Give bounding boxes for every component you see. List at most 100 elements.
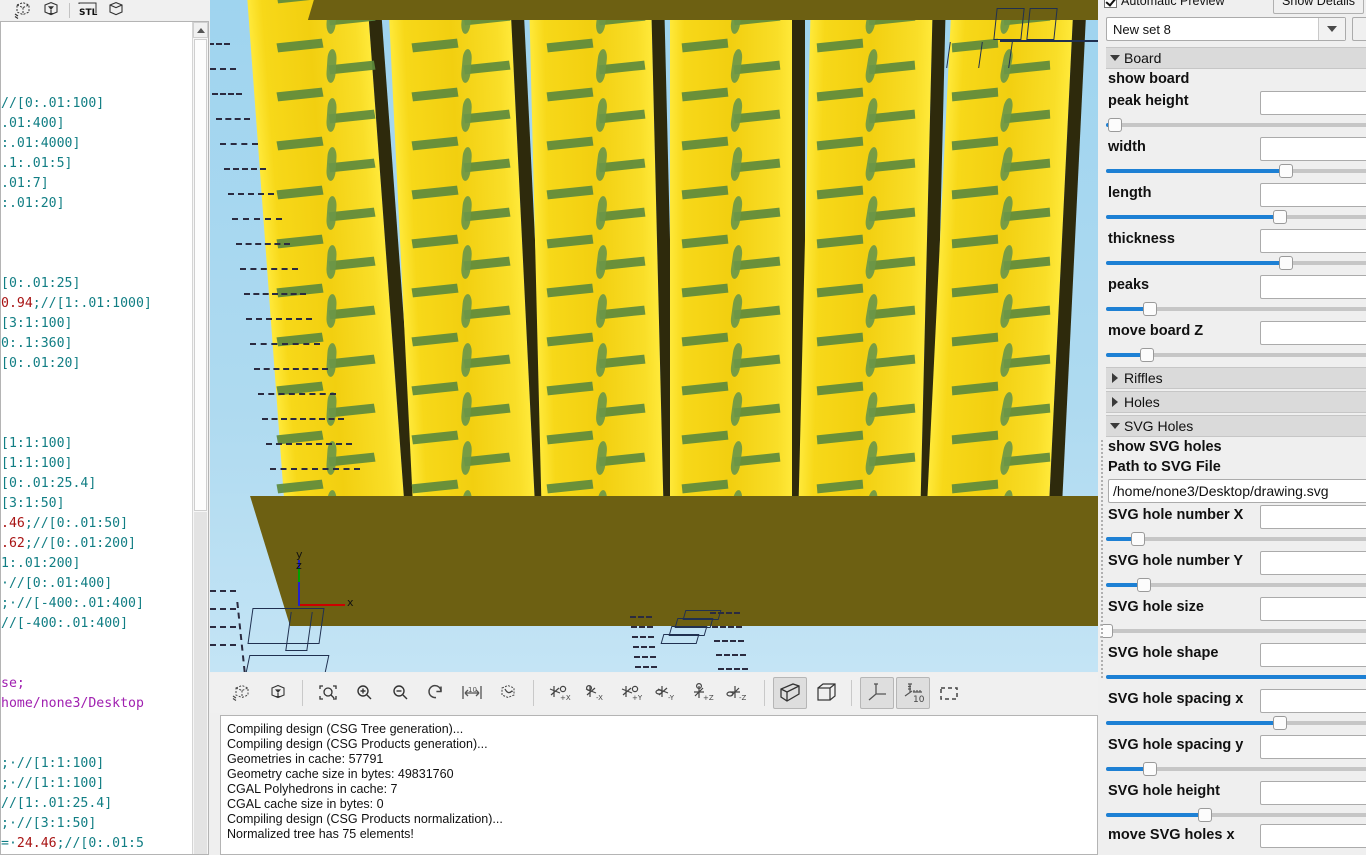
parameter-set-action-button[interactable]: [1352, 17, 1366, 41]
svg-hole-spacing-x-slider[interactable]: [1106, 716, 1366, 730]
editor-scrollbar[interactable]: [192, 22, 208, 854]
surface-normals-icon[interactable]: [491, 677, 525, 709]
slider-knob[interactable]: [1139, 348, 1154, 362]
slider-knob[interactable]: [1107, 118, 1122, 132]
scrollbar-thumb[interactable]: [194, 39, 207, 511]
length-input[interactable]: 191: [1260, 183, 1366, 207]
panel-drag-handle[interactable]: [1100, 440, 1104, 680]
width-slider[interactable]: [1106, 164, 1366, 178]
scroll-up-arrow-icon[interactable]: [193, 22, 208, 38]
drag-dot: [1101, 516, 1103, 518]
width-input[interactable]: 20: [1260, 137, 1366, 161]
export-icon[interactable]: [103, 0, 129, 20]
peaks-slider[interactable]: [1106, 302, 1366, 316]
code-editor[interactable]: //[0:.01:100] .01:400]:.01:4000] .1:.01:5]…: [0, 21, 209, 855]
thickness-slider[interactable]: [1106, 256, 1366, 270]
view-all-icon[interactable]: [311, 677, 345, 709]
drag-dot: [1101, 664, 1103, 666]
svg-hole-height-slider[interactable]: [1106, 808, 1366, 822]
drag-dot: [1101, 640, 1103, 642]
chevron-down-icon[interactable]: [1106, 55, 1124, 61]
customizer-group-riffles[interactable]: Riffles: [1106, 367, 1366, 389]
parameter-set-dropdown[interactable]: New set 8: [1106, 17, 1346, 41]
peaks-input[interactable]: [1260, 275, 1366, 299]
svg-hole-height-label: SVG hole height: [1108, 783, 1220, 799]
svg-hole-height-input[interactable]: 5: [1260, 781, 1366, 805]
move-board-z-slider[interactable]: [1106, 348, 1366, 362]
view-back-icon[interactable]: +Y: [614, 677, 648, 709]
path-to-svg-file-input[interactable]: /home/none3/Desktop/drawing.svg: [1108, 479, 1366, 503]
svg-hole-number-x-slider[interactable]: [1106, 532, 1366, 546]
chevron-right-icon[interactable]: [1106, 397, 1124, 407]
svg-hole-number-y-input[interactable]: [1260, 551, 1366, 575]
3d-viewport[interactable]: x y z: [210, 0, 1098, 672]
preview-icon[interactable]: [38, 0, 64, 20]
orthogonal-icon[interactable]: [809, 677, 843, 709]
view-front-icon[interactable]: -Y: [650, 677, 684, 709]
slider-knob[interactable]: [1278, 256, 1293, 270]
show-scale-markers-icon[interactable]: 10: [455, 677, 489, 709]
console-line: Geometry cache size in bytes: 49831760: [227, 767, 454, 781]
drag-dot: [1101, 568, 1103, 570]
show-details-button[interactable]: Show Details: [1273, 0, 1364, 14]
render-icon[interactable]: [224, 677, 258, 709]
slider-knob[interactable]: [1142, 762, 1157, 776]
customizer-group-holes[interactable]: Holes: [1106, 391, 1366, 413]
slider-knob[interactable]: [1142, 302, 1157, 316]
zoom-in-icon[interactable]: [347, 677, 381, 709]
peak-height-input[interactable]: [1260, 91, 1366, 115]
zoom-out-icon[interactable]: [383, 677, 417, 709]
move-board-z-input[interactable]: [1260, 321, 1366, 345]
drag-dot: [1101, 584, 1103, 586]
slider-track: [1106, 537, 1366, 541]
svg-hole-spacing-x-input[interactable]: 2: [1260, 689, 1366, 713]
automatic-preview-row[interactable]: Automatic Preview: [1104, 0, 1225, 8]
svg-hole-number-y-slider[interactable]: [1106, 578, 1366, 592]
chevron-right-icon[interactable]: [1106, 373, 1124, 383]
scrollbar-track[interactable]: [194, 512, 207, 854]
automatic-preview-checkbox[interactable]: [1104, 0, 1117, 8]
perspective-icon[interactable]: [773, 677, 807, 709]
move-svg-holes-x-input[interactable]: 11: [1260, 824, 1366, 848]
customizer-group-board[interactable]: Board: [1106, 47, 1366, 69]
svg-hole-number-x-input[interactable]: [1260, 505, 1366, 529]
drag-dot: [1101, 660, 1103, 662]
slider-knob[interactable]: [1273, 210, 1287, 224]
drag-dot: [1101, 444, 1103, 446]
svg-hole-size-slider[interactable]: [1100, 624, 1366, 638]
view-left-icon[interactable]: -X: [578, 677, 612, 709]
slider-knob[interactable]: [1278, 164, 1293, 178]
thickness-input[interactable]: [1260, 229, 1366, 253]
peak-height-slider[interactable]: [1106, 118, 1366, 132]
length-slider[interactable]: [1106, 210, 1366, 224]
svg-hole-shape-input[interactable]: [1260, 643, 1366, 667]
show-axes-icon[interactable]: [860, 677, 894, 709]
slider-knob[interactable]: [1130, 532, 1145, 546]
slider-knob[interactable]: [1273, 716, 1287, 730]
slider-knob[interactable]: [1197, 808, 1212, 822]
render-icon[interactable]: [10, 0, 36, 20]
drag-dot: [1101, 648, 1103, 650]
slider-knob[interactable]: [1136, 578, 1151, 592]
view-right-icon[interactable]: +X: [542, 677, 576, 709]
customizer-group-svg-holes[interactable]: SVG Holes: [1106, 415, 1366, 437]
show-scale-icon[interactable]: 10: [896, 677, 930, 709]
reset-view-icon[interactable]: [419, 677, 453, 709]
export-stl-icon[interactable]: STL: [75, 0, 101, 20]
show-edges-icon[interactable]: [932, 677, 966, 709]
view-top-icon[interactable]: +Z: [686, 677, 720, 709]
preview-icon[interactable]: [260, 677, 294, 709]
drag-dot: [1101, 500, 1103, 502]
svg-hole-shape-slider[interactable]: [1106, 670, 1366, 684]
chevron-down-icon[interactable]: [1106, 423, 1124, 429]
svg-hole-size-input[interactable]: [1260, 597, 1366, 621]
chevron-down-icon[interactable]: [1318, 18, 1345, 40]
code-token: ;//[1:.01:1000]: [32, 296, 152, 311]
console-output[interactable]: Compiling design (CSG Tree generation)..…: [220, 715, 1098, 855]
view-bottom-icon[interactable]: -Z: [722, 677, 756, 709]
code-editor-text[interactable]: //[0:.01:100] .01:400]:.01:4000] .1:.01:5]…: [1, 22, 192, 854]
code-line: [1:1:100]: [1, 454, 192, 474]
svg-hole-spacing-y-slider[interactable]: [1106, 762, 1366, 776]
svg-text:+Y: +Y: [632, 694, 643, 702]
svg-hole-spacing-y-input[interactable]: 2: [1260, 735, 1366, 759]
